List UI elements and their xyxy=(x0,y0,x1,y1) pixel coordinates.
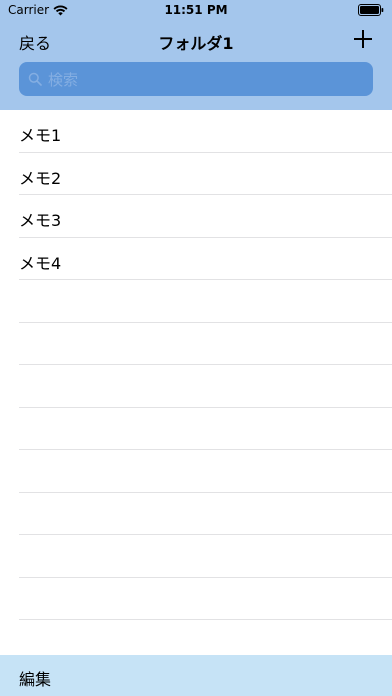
bottom-toolbar: 編集 xyxy=(0,655,392,696)
memo-title: メモ4 xyxy=(19,253,62,273)
search-input[interactable]: 検索 xyxy=(19,62,373,96)
navigation-bar: 戻る フォルダ1 xyxy=(0,22,392,58)
empty-row xyxy=(0,408,392,450)
battery-full-icon xyxy=(358,4,384,16)
search-icon xyxy=(28,72,42,86)
empty-row xyxy=(0,493,392,535)
memo-title: メモ3 xyxy=(19,211,62,230)
edit-button[interactable]: 編集 xyxy=(19,666,51,690)
memo-title: メモ2 xyxy=(19,168,62,188)
row-separator xyxy=(19,619,392,620)
empty-row xyxy=(0,450,392,493)
search-placeholder: 検索 xyxy=(48,70,79,89)
memo-title: メモ1 xyxy=(19,126,62,145)
plus-icon[interactable] xyxy=(352,28,374,50)
memo-list: メモ1 メモ2 メモ3 メモ4 xyxy=(0,110,392,655)
memo-list-screen: Carrier 11:51 PM 戻る フォルダ1 検索 メモ1 メモ2 メモ3… xyxy=(0,0,392,696)
empty-row xyxy=(0,280,392,323)
status-bar: Carrier 11:51 PM xyxy=(0,0,392,22)
list-item[interactable]: メモ3 xyxy=(0,195,392,238)
page-title: フォルダ1 xyxy=(158,34,234,53)
header: Carrier 11:51 PM 戻る フォルダ1 検索 xyxy=(0,0,392,110)
list-item[interactable]: メモ1 xyxy=(0,110,392,153)
empty-row xyxy=(0,365,392,408)
empty-row xyxy=(0,578,392,620)
list-item[interactable]: メモ2 xyxy=(0,153,392,195)
empty-row xyxy=(0,323,392,365)
status-time: 11:51 PM xyxy=(164,3,228,17)
list-item[interactable]: メモ4 xyxy=(0,238,392,280)
empty-row xyxy=(0,535,392,578)
